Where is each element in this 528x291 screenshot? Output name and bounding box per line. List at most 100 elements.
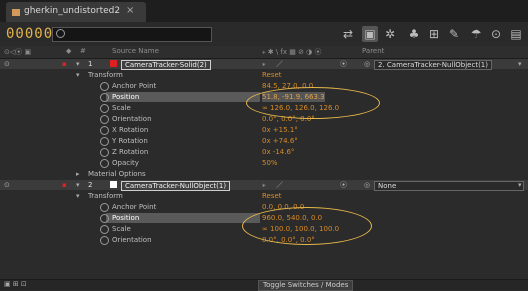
property-label: Orientation: [112, 115, 152, 123]
material-options-row[interactable]: ▸ Material Options: [0, 169, 528, 179]
comp-mini-flowchart-icon[interactable]: ▣: [362, 26, 378, 42]
stopwatch-icon[interactable]: [100, 104, 109, 113]
chevron-down-icon[interactable]: ▾: [518, 60, 522, 68]
reset-link[interactable]: Reset: [262, 70, 282, 80]
visibility-icon[interactable]: ⊙: [4, 181, 10, 189]
expand-triangle-icon[interactable]: ▸: [76, 170, 80, 178]
expand-triangle-icon[interactable]: ▾: [76, 71, 80, 79]
layer-row-1[interactable]: ⊙ ▪ ▾ 1 CameraTracker-Solid(2) ⁎ ／ ⦿ ◎ 2…: [0, 59, 528, 70]
property-value[interactable]: 0x +15.1°: [262, 125, 298, 135]
stopwatch-icon[interactable]: [100, 115, 109, 124]
switch-quality-icon[interactable]: ／: [276, 181, 283, 189]
pickwhip-icon[interactable]: ◎: [364, 181, 370, 189]
property-label: X Rotation: [112, 126, 149, 134]
solid-icon: [110, 60, 117, 67]
layer-number: 2: [88, 181, 93, 189]
shy-icon[interactable]: ♣: [406, 26, 422, 42]
parent-dropdown[interactable]: None: [374, 181, 524, 191]
transform-group-1[interactable]: ▾ Transform Reset: [0, 70, 528, 80]
property-label: Scale: [112, 104, 131, 112]
property-label: Z Rotation: [112, 148, 149, 156]
switch-quality-icon[interactable]: ／: [276, 60, 283, 68]
property-value[interactable]: 0x -14.6°: [262, 147, 294, 157]
expand-panes-icon[interactable]: ▣ ⊞ ⊡: [4, 280, 27, 288]
layer-name[interactable]: CameraTracker-NullObject(1): [121, 181, 231, 191]
stopwatch-icon[interactable]: [100, 126, 109, 135]
timeline-toolbar: 00000 ⇄ ▣ ✲ ♣ ⊞ ✎ ☂ ⊙ ▤: [0, 22, 528, 47]
layer-number: 1: [88, 60, 93, 68]
motion-blur-icon[interactable]: ✎: [446, 26, 462, 42]
annotation-ellipse: [246, 87, 380, 119]
layer-row-2[interactable]: ⊙ ▪ ▾ 2 CameraTracker-NullObject(1) ⁎ ／ …: [0, 180, 528, 191]
stopwatch-icon[interactable]: [100, 203, 109, 212]
property-label: Position: [112, 93, 140, 101]
switches-header: ⁎ ✱ \ fx ▦ ⊘ ◑ ⦿: [262, 48, 322, 56]
stopwatch-icon[interactable]: [100, 137, 109, 146]
property-label: Scale: [112, 225, 131, 233]
close-icon[interactable]: ×: [126, 5, 134, 16]
property-value[interactable]: 0x +74.6°: [262, 136, 298, 146]
av-features-icons: ⊙◁⦿ ▣: [4, 48, 32, 56]
property-label: Opacity: [112, 159, 139, 167]
parent-dropdown[interactable]: 2. CameraTracker-NullObject(1): [374, 60, 492, 70]
property-row: Y Rotation 0x +74.6°: [0, 136, 528, 146]
layer-name[interactable]: CameraTracker-Solid(2): [121, 60, 211, 70]
property-row: Z Rotation 0x -14.6°: [0, 147, 528, 157]
tab-title: gherkin_undistorted2: [24, 6, 121, 16]
column-header-row: ⊙◁⦿ ▣ ◆ # Source Name ⁎ ✱ \ fx ▦ ⊘ ◑ ⦿ P…: [0, 46, 528, 59]
stopwatch-icon[interactable]: [100, 236, 109, 245]
visibility-icon[interactable]: ⊙: [4, 60, 10, 68]
search-input[interactable]: [52, 27, 212, 42]
expand-triangle-icon[interactable]: ▾: [76, 192, 80, 200]
layer-label-color[interactable]: ▪: [62, 181, 67, 189]
transform-label: Transform: [88, 192, 123, 200]
composition-flowchart-icon[interactable]: ⇄: [340, 26, 356, 42]
pickwhip-icon[interactable]: ◎: [364, 60, 370, 68]
material-options-label: Material Options: [88, 170, 146, 178]
transform-group-2[interactable]: ▾ Transform Reset: [0, 191, 528, 201]
stopwatch-icon[interactable]: [100, 225, 109, 234]
stopwatch-icon[interactable]: [100, 82, 109, 91]
property-row: Opacity 50%: [0, 158, 528, 168]
reset-link[interactable]: Reset: [262, 191, 282, 201]
3d-layer-icon[interactable]: ⦿: [340, 181, 347, 189]
tab-composition[interactable]: gherkin_undistorted2 ×: [6, 2, 146, 22]
stopwatch-icon[interactable]: [100, 93, 109, 102]
property-label: Orientation: [112, 236, 152, 244]
property-row: Orientation 0.0°, 0.0°, 0.0°: [0, 114, 528, 124]
draft-3d-icon[interactable]: ✲: [382, 26, 398, 42]
label-column-icon: ◆: [66, 47, 72, 55]
property-value[interactable]: 50%: [262, 158, 278, 168]
property-row: X Rotation 0x +15.1°: [0, 125, 528, 135]
property-label: Anchor Point: [112, 82, 157, 90]
chevron-down-icon[interactable]: ▾: [518, 181, 522, 189]
frame-blending-icon[interactable]: ⊞: [426, 26, 442, 42]
switch-shy-icon[interactable]: ⁎: [262, 60, 266, 68]
stopwatch-icon[interactable]: [100, 148, 109, 157]
layer-label-color[interactable]: ▪: [62, 60, 67, 68]
parent-header[interactable]: Parent: [362, 47, 384, 55]
null-object-icon: [110, 181, 117, 188]
panel-tab-bar: gherkin_undistorted2 ×: [0, 0, 528, 22]
bottom-bar: ▣ ⊞ ⊡ Toggle Switches / Modes: [0, 279, 528, 291]
annotation-ellipse: [242, 207, 372, 245]
timecode-display[interactable]: 00000: [6, 26, 53, 42]
source-name-header[interactable]: Source Name: [112, 47, 159, 55]
property-label: Position: [112, 214, 140, 222]
property-row: Anchor Point 84.5, 27.0, 0.0: [0, 81, 528, 91]
brainstorm-icon[interactable]: ☂: [468, 26, 484, 42]
expand-triangle-icon[interactable]: ▾: [76, 60, 80, 68]
search-icon: [56, 29, 65, 38]
3d-layer-icon[interactable]: ⦿: [340, 60, 347, 68]
stopwatch-icon[interactable]: [100, 159, 109, 168]
switch-shy-icon[interactable]: ⁎: [262, 181, 266, 189]
property-label: Y Rotation: [112, 137, 148, 145]
stopwatch-icon[interactable]: [100, 214, 109, 223]
transform-label: Transform: [88, 71, 123, 79]
property-label: Anchor Point: [112, 203, 157, 211]
number-column-header: #: [80, 47, 86, 55]
expand-triangle-icon[interactable]: ▾: [76, 181, 80, 189]
graph-editor-icon[interactable]: ▤: [508, 26, 524, 42]
toggle-switches-modes-button[interactable]: Toggle Switches / Modes: [258, 280, 354, 291]
auto-keyframe-icon[interactable]: ⊙: [488, 26, 504, 42]
